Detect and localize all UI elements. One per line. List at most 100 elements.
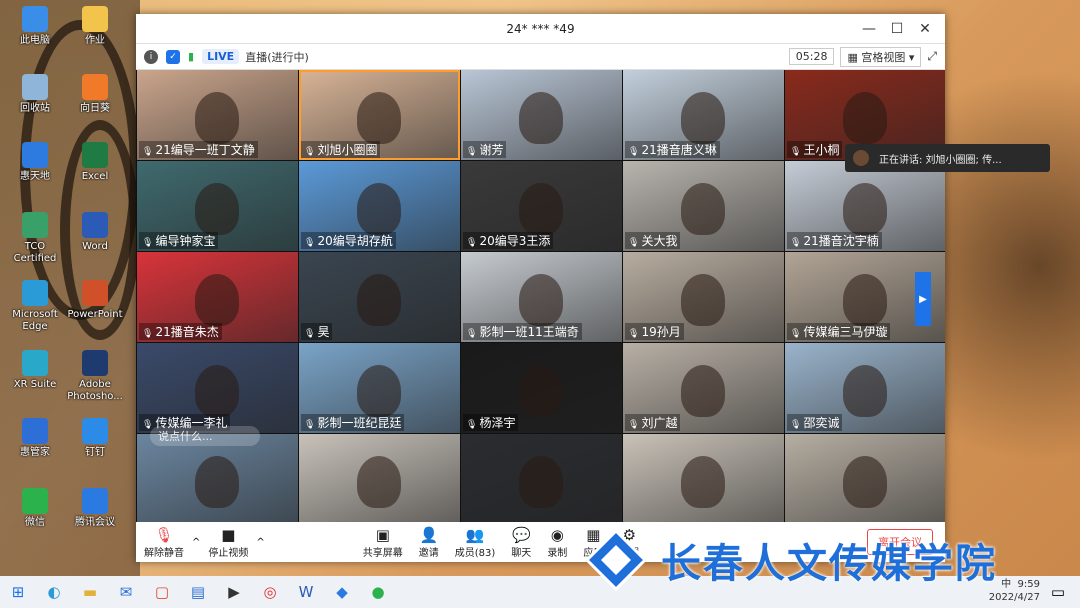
participant-video [195,274,239,326]
desktop-icon[interactable]: Microsoft Edge [4,280,66,333]
windows-start-icon[interactable]: ⊞ [0,576,36,608]
participant-tile[interactable] [461,434,622,522]
desktop-icon-label: Word [82,241,108,252]
close-icon[interactable]: ✕ [911,14,939,44]
school-logo-icon [585,529,647,591]
office-icon[interactable]: ▢ [144,576,180,608]
participant-tile[interactable]: 🎙 20编导胡存航 [299,161,460,251]
fullscreen-icon[interactable]: ⤢ [927,49,937,64]
mail-icon[interactable]: ✉ [108,576,144,608]
desktop-icon[interactable]: 钉钉 [64,418,126,459]
word-icon[interactable]: W [288,576,324,608]
chevron-up-icon[interactable]: ^ [256,537,264,548]
participant-video [843,92,887,144]
participant-tile[interactable]: 🎙 影制一班纪昆廷 [299,343,460,433]
desktop-icon[interactable]: 微信 [4,488,66,529]
participant-tile[interactable] [623,434,784,522]
desktop-icon[interactable]: Excel [64,142,126,183]
participant-tile[interactable]: 🎙 杨泽宇 [461,343,622,433]
unmute-button[interactable]: 🎙 解除静音 [144,526,184,559]
clock-time: 9:59 [1017,579,1040,590]
participant-name: 🎙 20编导3王添 [463,232,554,249]
app-icon [22,6,48,32]
participant-tile[interactable]: 🎙 传媒编一李礼 [137,343,298,433]
participant-tile[interactable]: 🎙 谢芳 [461,70,622,160]
notification-icon[interactable]: ▭ [1040,576,1076,608]
desktop-icon[interactable]: PowerPoint [64,280,126,321]
chat-input[interactable]: 说点什么... [150,426,260,446]
participant-tile[interactable]: 🎙 刘广越 [623,343,784,433]
participant-tile[interactable]: 🎙 影制一班11王端奇 [461,252,622,342]
desktop-icon-label: 惠天地 [20,171,50,182]
music-icon[interactable]: ◎ [252,576,288,608]
participant-name: 🎙 21编导一班丁文静 [139,141,258,158]
add-user-icon: 👤 [419,525,439,544]
participant-tile[interactable]: 🎙 19孙月 [623,252,784,342]
participant-video [681,456,725,508]
participant-video [195,456,239,508]
chevron-up-icon[interactable]: ^ [192,537,200,548]
members-button[interactable]: 👥 成员(83) [455,526,496,559]
desktop-icon-label: PowerPoint [67,309,123,320]
view-mode-button[interactable]: ▦ 宫格视图 ▾ [840,46,922,67]
desktop-icon[interactable]: Word [64,212,126,253]
participant-tile[interactable] [785,434,945,522]
participant-tile[interactable]: 🎙 刘旭小圈圈 [299,70,460,160]
participant-tile[interactable]: 🎙 20编导3王添 [461,161,622,251]
maximize-icon[interactable]: ☐ [883,14,911,44]
desktop-icon[interactable]: 惠管家 [4,418,66,459]
participant-tile[interactable]: 🎙 21播音沈宇楠 [785,161,945,251]
store-icon[interactable]: ▤ [180,576,216,608]
mic-muted-icon: 🎙 [790,147,802,157]
participant-video [843,183,887,235]
minimize-icon[interactable]: — [855,14,883,44]
participant-name-text: 刘旭小圈圈 [317,143,378,157]
invite-button[interactable]: 👤 邀请 [419,526,439,559]
desktop-icon[interactable]: 作业 [64,6,126,47]
desktop-icon[interactable]: TCO Certified [4,212,66,265]
share-screen-button[interactable]: ▣ 共享屏幕 [363,526,403,559]
stop-video-button[interactable]: ■ 停止视频 [208,526,248,559]
participant-name: 🎙 21播音唐义琳 [625,141,720,158]
next-page-arrow[interactable]: ▶ [915,272,931,326]
tencent-meeting-icon[interactable]: ◆ [324,576,360,608]
media-icon[interactable]: ▶ [216,576,252,608]
desktop-icon[interactable]: XR Suite [4,350,66,391]
watermark-text: 长春人文传媒学院 [661,540,997,587]
participant-tile[interactable]: 🎙 昊 [299,252,460,342]
record-button[interactable]: ◉ 录制 [547,526,567,559]
ime-indicator[interactable]: 中 [1001,579,1011,590]
app-icon [82,142,108,168]
title-bar: 24* *** *49 — ☐ ✕ [136,14,945,44]
participant-name-text: 影制一班11王端奇 [479,325,579,339]
shield-icon[interactable]: ✓ [166,49,180,64]
participant-tile[interactable]: 🎙 关大我 [623,161,784,251]
meeting-info-bar: i ✓ ▮ LIVE 直播(进行中) 05:28 ▦ 宫格视图 ▾ ⤢ [136,44,945,70]
desktop-icon[interactable]: 向日葵 [64,74,126,115]
desktop-icon[interactable]: 回收站 [4,74,66,115]
folder-icon[interactable]: ▬ [72,576,108,608]
participant-tile[interactable]: 🎙 编导钟家宝 [137,161,298,251]
app-icon [22,142,48,168]
participant-name-text: 19孙月 [641,325,681,339]
desktop-icon[interactable]: 此电脑 [4,6,66,47]
desktop-icon[interactable]: 腾讯会议 [64,488,126,529]
wechat-icon[interactable]: ● [360,576,396,608]
edge-icon[interactable]: ◐ [36,576,72,608]
participant-tile[interactable]: 🎙 21编导一班丁文静 [137,70,298,160]
mic-muted-icon: 🎙 [466,420,478,430]
participant-name-text: 刘广越 [641,416,678,430]
signal-icon: ▮ [188,50,195,63]
participant-tile[interactable] [299,434,460,522]
participant-tile[interactable]: 🎙 21播音朱杰 [137,252,298,342]
mic-muted-icon: 🎙 [790,329,802,339]
chat-button[interactable]: 💬 聊天 [511,526,531,559]
desktop-icon[interactable]: 惠天地 [4,142,66,183]
participant-tile[interactable] [137,434,298,522]
participant-name: 🎙 邵奕诚 [787,414,843,431]
desktop-icon[interactable]: Adobe Photosho... [64,350,126,403]
participant-tile[interactable]: 🎙 21播音唐义琳 [623,70,784,160]
members-icon: 👥 [465,525,485,544]
info-icon[interactable]: i [144,49,158,64]
participant-tile[interactable]: 🎙 邵奕诚 [785,343,945,433]
